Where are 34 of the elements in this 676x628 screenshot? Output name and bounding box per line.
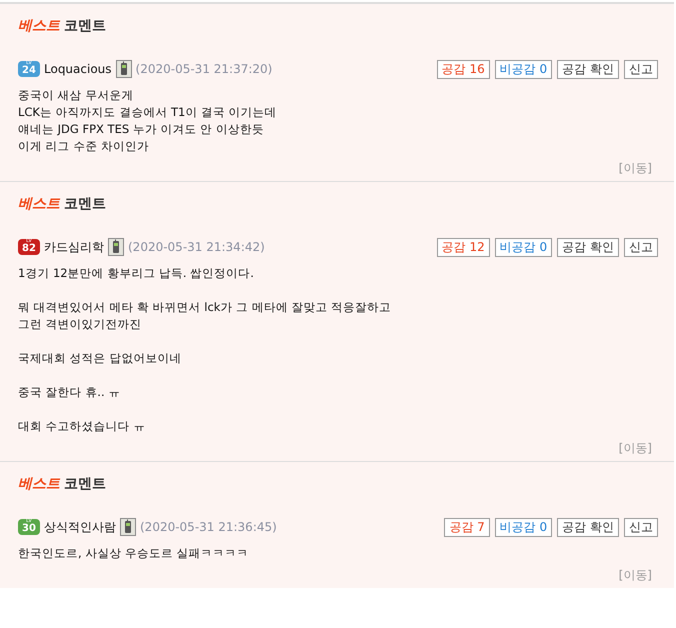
comment-text: 중국이 새삼 무서운게 LCK는 아직까지도 결승에서 T1이 결국 이기는데 얘네는 JDG FPX TES 누가 이겨도 안 이상한듯 이게 리그 수준 차이인가 — [18, 87, 278, 155]
agree-button[interactable]: 공감 7 — [444, 518, 490, 536]
author-name[interactable]: Loquacious — [44, 62, 112, 76]
agree-button[interactable]: 공감 16 — [436, 60, 490, 78]
comment-label: 코멘트 — [64, 195, 106, 214]
best-label: 베스트 — [18, 475, 60, 494]
best-label: 베스트 — [18, 195, 60, 214]
check-agree-button[interactable]: 공감 확인 — [557, 60, 619, 78]
agree-button[interactable]: 공감 12 — [436, 238, 490, 256]
report-button[interactable]: 신고 — [624, 60, 658, 78]
report-button[interactable]: 신고 — [624, 238, 658, 256]
comment-text: 뭐 대격변있어서 메타 확 바뀌면서 lck가 그 메타에 잘맞고 적응잘하고 그런 격변이있기전까진 — [18, 299, 392, 333]
check-agree-button[interactable]: 공감 확인 — [557, 518, 619, 536]
report-button[interactable]: 신고 — [624, 518, 658, 536]
comment-text: 한국인도르, 사실상 우승도르 실패ㅋㅋㅋㅋ — [18, 545, 250, 562]
disagree-button[interactable]: 비공감 0 — [494, 60, 552, 78]
disagree-button[interactable]: 비공감 0 — [494, 238, 552, 256]
check-agree-button[interactable]: 공감 확인 — [557, 238, 619, 256]
comment-label: 코멘트 — [64, 475, 106, 494]
comment-date: (2020-05-31 21:34:42) — [128, 240, 265, 254]
disagree-button[interactable]: 비공감 0 — [494, 518, 552, 536]
author-name[interactable]: 카드심리학 — [44, 238, 104, 256]
comment-text: 1경기 12분만에 황부리그 납득. 쌉인정이다. — [18, 265, 255, 282]
best-label: 베스트 — [18, 17, 60, 36]
comment-label: 코멘트 — [64, 17, 106, 36]
author-name[interactable]: 상식적인사람 — [44, 518, 116, 536]
phone-icon — [116, 60, 132, 78]
comment-date: (2020-05-31 21:36:45) — [140, 520, 277, 534]
phone-icon — [108, 238, 124, 256]
comment-text: 중국 잘한다 휴.. ㅠ — [18, 384, 122, 401]
comment-date: (2020-05-31 21:37:20) — [136, 62, 272, 76]
comment-text: 대회 수고하셨습니다 ㅠ — [18, 418, 146, 435]
phone-icon — [120, 518, 136, 536]
comment-text: 국제대회 성적은 답없어보이네 — [18, 350, 182, 367]
